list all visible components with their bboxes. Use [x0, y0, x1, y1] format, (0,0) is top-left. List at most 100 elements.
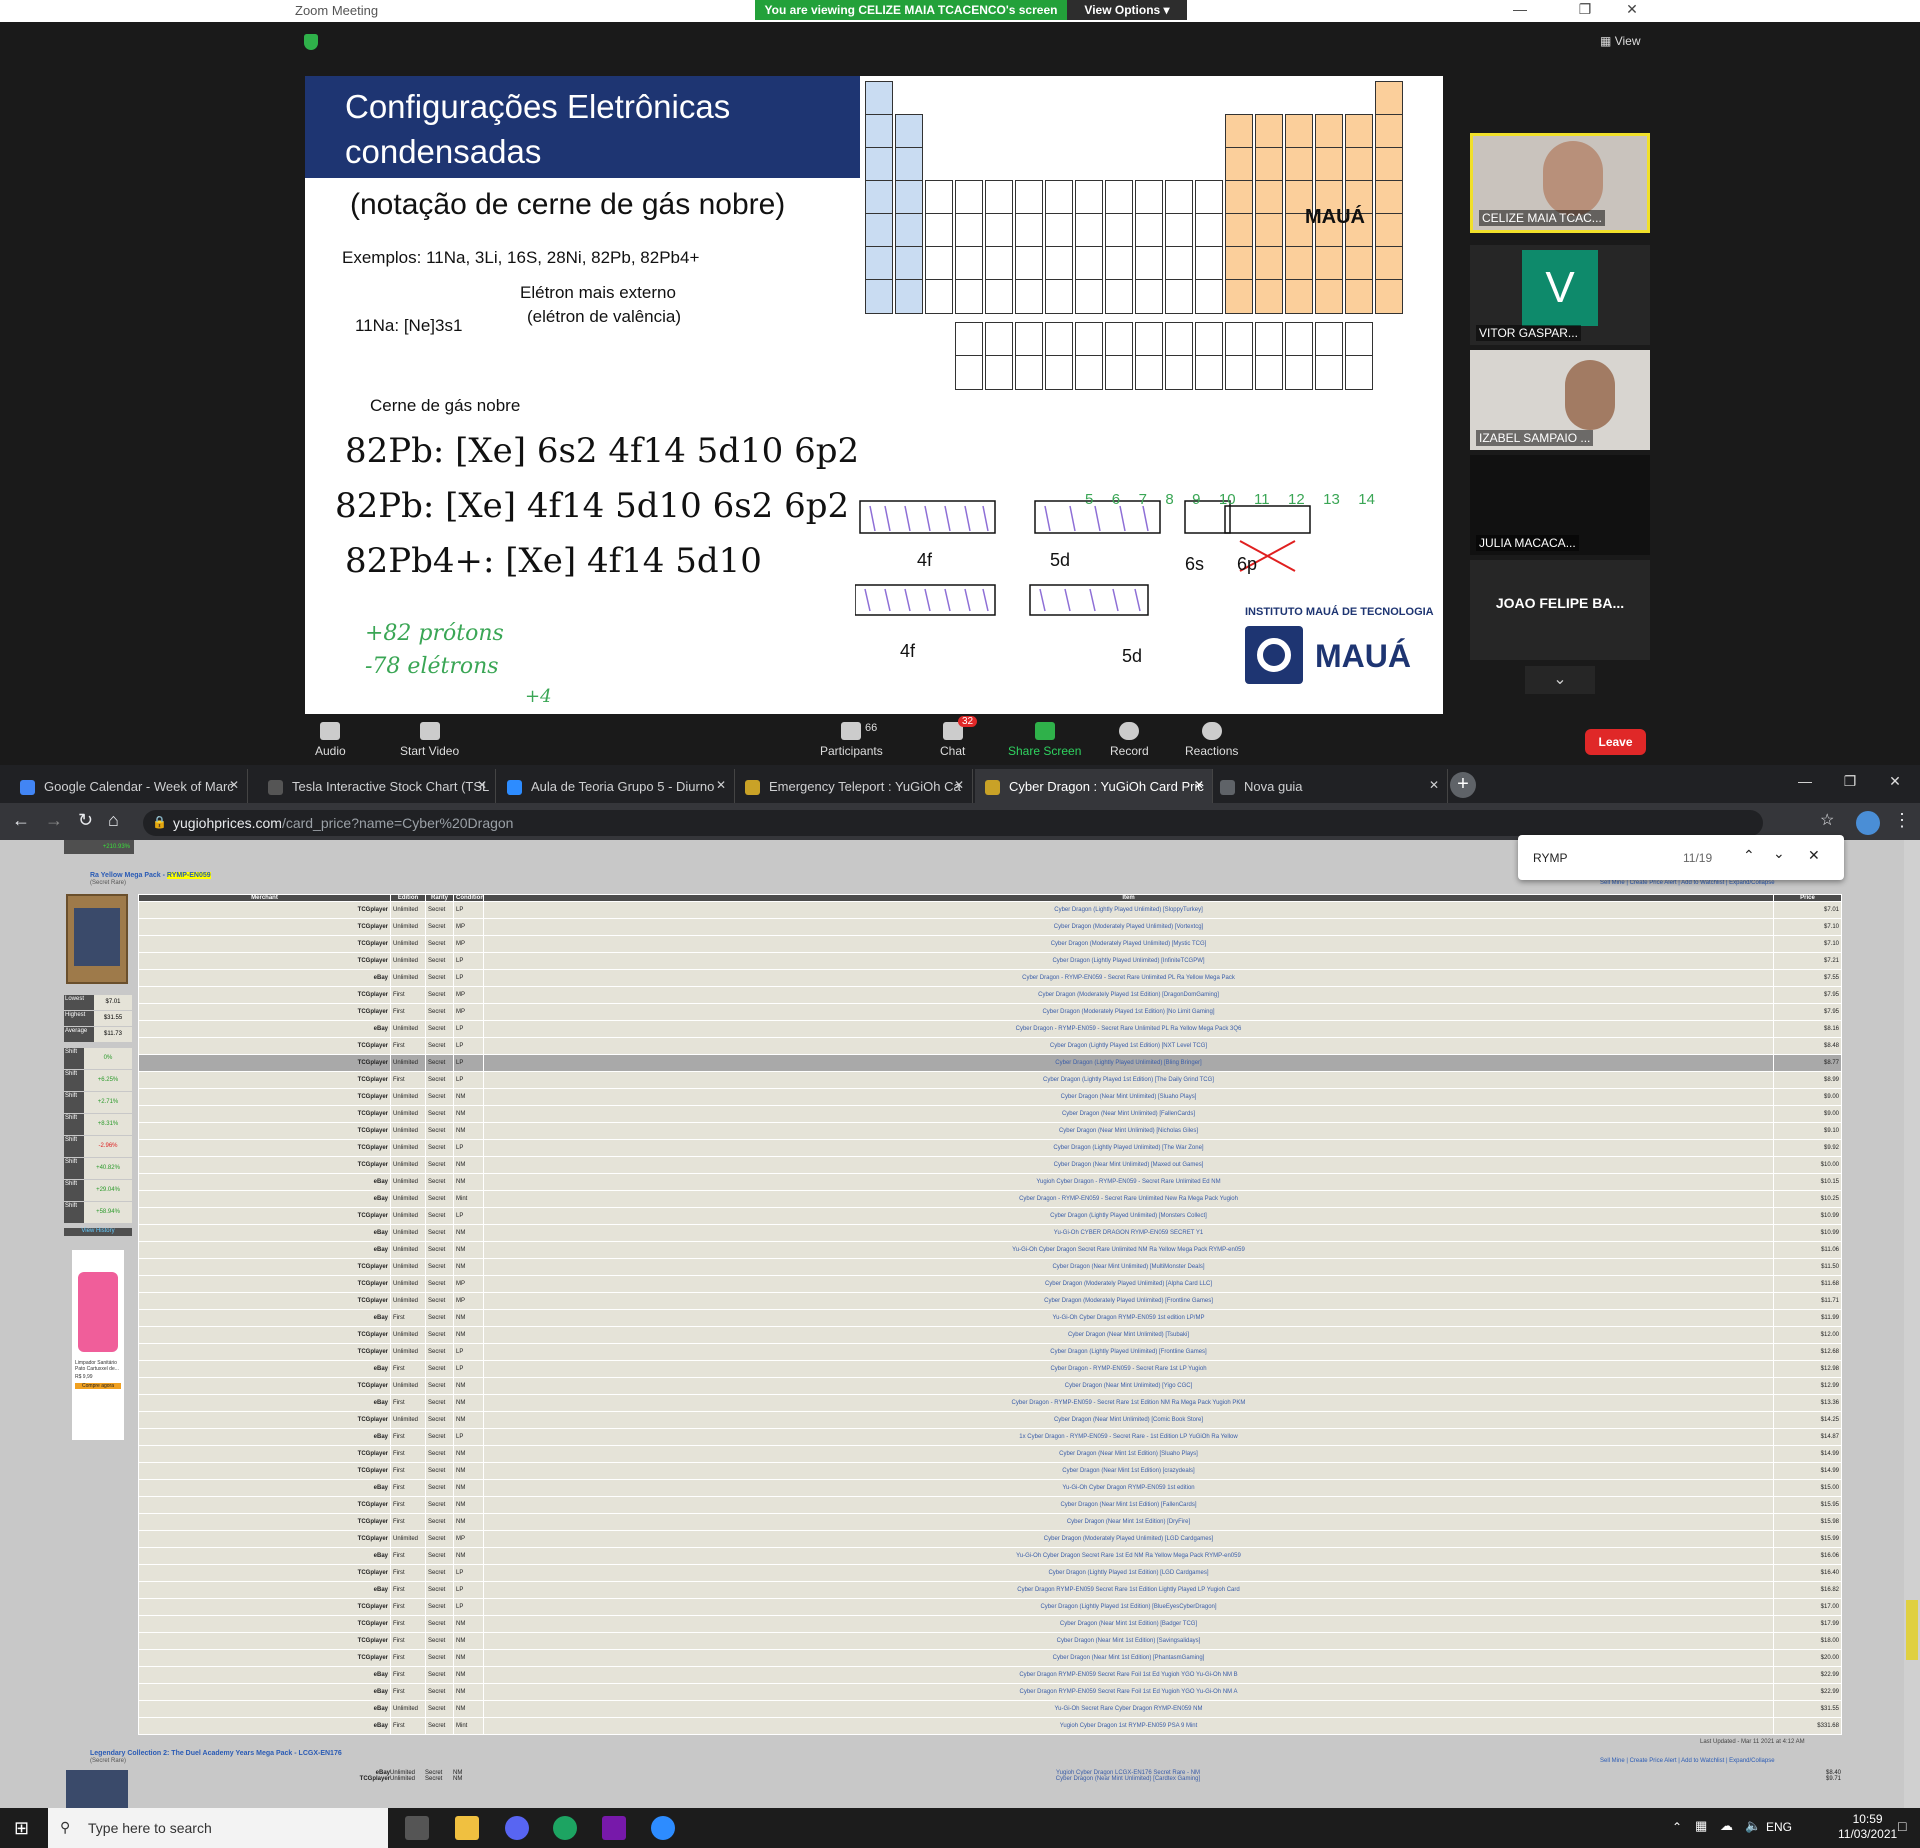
table-row[interactable]: TCGplayer First Secret NM Cyber Dragon (Near… [138, 1496, 1842, 1514]
table-row[interactable]: eBay Unlimited Secret NM Yugioh Cyber Dragon… [138, 1173, 1842, 1191]
view-options-button[interactable]: View Options ▾ [1067, 0, 1187, 20]
table-row[interactable]: TCGplayer Unlimited Secret NM Cyber Dragon (… [138, 1122, 1842, 1140]
zoom-icon[interactable] [651, 1816, 675, 1840]
scroll-participants-down-icon[interactable]: ⌄ [1525, 666, 1595, 694]
find-input[interactable]: RYMP [1533, 851, 1567, 865]
row-item-link[interactable]: Cyber Dragon (Near Mint Unlimited) [Maxe… [483, 1156, 1774, 1174]
page-scrollbar[interactable] [1904, 840, 1920, 1808]
new-tab-button[interactable]: + [1450, 772, 1476, 798]
row-item-link[interactable]: Cyber Dragon (Near Mint Unlimited) [Slua… [483, 1088, 1774, 1106]
table-row[interactable]: TCGplayer First Secret MP Cyber Dragon (Mode… [138, 1003, 1842, 1021]
row-item-link[interactable]: Yu-Gi-Oh Cyber Dragon Secret Rare Unlimi… [483, 1241, 1774, 1259]
row-item-link[interactable]: Cyber Dragon (Lightly Played Unlimited) … [483, 901, 1774, 919]
restore-icon[interactable]: ❐ [1830, 773, 1870, 790]
chat-button[interactable]: Chat [940, 722, 965, 758]
row-item-link[interactable]: Cyber Dragon (Lightly Played 1st Edition… [483, 1564, 1774, 1582]
table-row[interactable]: eBay Unlimited Secret NM Yu-Gi-Oh Secret Rar… [138, 1700, 1842, 1718]
onedrive-icon[interactable]: ☁ [1720, 1818, 1733, 1834]
minimize-icon[interactable]: — [1785, 773, 1825, 789]
row-item-link[interactable]: Cyber Dragon RYMP-EN059 Secret Rare Foil… [483, 1666, 1774, 1684]
table-row[interactable]: eBay Unlimited Secret LP Cyber Dragon - RYMP… [138, 1020, 1842, 1038]
col-item[interactable]: Item [483, 894, 1774, 902]
row-item-link[interactable]: Yu-Gi-Oh Cyber Dragon RYMP-EN059 1st edi… [483, 1309, 1774, 1327]
col-edition[interactable]: Edition [390, 894, 426, 902]
scrollbar-thumb[interactable] [1906, 1600, 1918, 1660]
find-prev-icon[interactable]: ⌃ [1743, 847, 1755, 864]
table-row[interactable]: TCGplayer Unlimited Secret NM Cyber Dragon (… [138, 1377, 1842, 1395]
task-view-icon[interactable] [405, 1816, 429, 1840]
tab-close-icon[interactable]: ✕ [229, 778, 239, 792]
find-close-icon[interactable]: ✕ [1808, 847, 1820, 864]
tab-close-icon[interactable]: ✕ [716, 778, 726, 792]
table-row[interactable]: TCGplayer Unlimited Secret LP Cyber Dragon (… [138, 1343, 1842, 1361]
row-item-link[interactable]: Cyber Dragon (Moderately Played Unlimite… [483, 1292, 1774, 1310]
table-row[interactable]: TCGplayer First Secret NM Cyber Dragon (Near… [138, 1445, 1842, 1463]
home-icon[interactable]: ⌂ [108, 810, 119, 831]
participant-tile-joao[interactable]: JOAO FELIPE BA... [1470, 560, 1650, 660]
listing-links[interactable]: Sell Mine | Create Price Alert | Add to … [1600, 880, 1775, 886]
view-button[interactable]: ▦ View [1600, 34, 1640, 48]
lock-icon[interactable]: 🔒 [152, 815, 167, 829]
table-row[interactable]: eBay First Secret NM Yu-Gi-Oh Cyber Dragon R… [138, 1309, 1842, 1327]
table-row[interactable]: eBay First Secret NM Yu-Gi-Oh Cyber Dragon S… [138, 1547, 1842, 1565]
menu-kebab-icon[interactable]: ⋮ [1893, 810, 1911, 831]
record-button[interactable]: Record [1110, 722, 1149, 758]
tab-0[interactable]: Google Calendar - Week of Marc ✕ [10, 769, 248, 803]
row-item-link[interactable]: Cyber Dragon (Lightly Played 1st Edition… [483, 1598, 1774, 1616]
taskbar-search[interactable]: Type here to search [48, 1808, 388, 1848]
reactions-button[interactable]: Reactions [1185, 722, 1238, 758]
row-item-link[interactable]: Cyber Dragon (Lightly Played Unlimited) … [483, 952, 1774, 970]
table-row[interactable]: TCGplayer Unlimited Secret NM Cyber Dragon (… [138, 1411, 1842, 1429]
table-row[interactable]: TCGplayer First Secret NM Cyber Dragon (Near… [138, 1632, 1842, 1650]
table-row[interactable]: TCGplayer First Secret LP Cyber Dragon (Ligh… [138, 1037, 1842, 1055]
table-row[interactable]: eBay First Secret NM Cyber Dragon RYMP-EN059… [138, 1683, 1842, 1701]
onenote-icon[interactable] [602, 1816, 626, 1840]
row-item-link[interactable]: Cyber Dragon (Near Mint Unlimited) [Mult… [483, 1258, 1774, 1276]
find-next-icon[interactable]: ⌄ [1773, 845, 1785, 862]
table-row[interactable]: TCGplayer Unlimited Secret LP Cyber Dragon (… [138, 1139, 1842, 1157]
table-row[interactable]: TCGplayer First Secret NM Cyber Dragon (Near… [138, 1615, 1842, 1633]
table-row[interactable]: eBay Unlimited Secret LP Cyber Dragon - RYMP… [138, 969, 1842, 987]
view-history-link[interactable]: View History [64, 1228, 132, 1236]
address-bar[interactable]: yugiohprices.com/card_price?name=Cyber%2… [143, 810, 1763, 836]
profile-avatar[interactable] [1856, 811, 1880, 835]
row-item-link[interactable]: Cyber Dragon (Near Mint 1st Edition) [Fa… [483, 1496, 1774, 1514]
audio-button[interactable]: Audio [315, 722, 346, 758]
table-row[interactable]: TCGplayer Unlimited Secret MP Cyber Dragon (… [138, 1292, 1842, 1310]
tab-4[interactable]: Cyber Dragon : YuGiOh Card Pric ✕ [975, 769, 1213, 803]
tab-close-icon[interactable]: ✕ [954, 778, 964, 792]
table-row[interactable]: TCGplayer Unlimited Secret LP Cyber Dragon (… [138, 1207, 1842, 1225]
table-row[interactable]: TCGplayer First Secret NM Cyber Dragon (Near… [138, 1462, 1842, 1480]
participant-tile-celize[interactable]: CELIZE MAIA TCAC... [1470, 133, 1650, 233]
next-card-image[interactable] [66, 1770, 128, 1808]
tab-close-icon[interactable]: ✕ [1429, 778, 1439, 792]
row-item-link[interactable]: Cyber Dragon (Lightly Played Unlimited) … [483, 1343, 1774, 1361]
table-row[interactable]: TCGplayer Unlimited Secret NM Cyber Dragon (… [138, 1156, 1842, 1174]
chrome-icon[interactable] [553, 1816, 577, 1840]
taskbar-clock[interactable]: 10:59 11/03/2021 [1838, 1812, 1897, 1842]
row-item-link[interactable]: Yu-Gi-Oh Cyber Dragon Secret Rare 1st Ed… [483, 1547, 1774, 1565]
tab-1[interactable]: Tesla Interactive Stock Chart (TSL ✕ [258, 769, 496, 803]
table-row[interactable]: eBay First Secret NM Yu-Gi-Oh Cyber Dragon R… [138, 1479, 1842, 1497]
row-item-link[interactable]: Yugioh Cyber Dragon 1st RYMP-EN059 PSA 9… [483, 1717, 1774, 1735]
row-item-link[interactable]: Cyber Dragon (Near Mint Unlimited) [Tsub… [483, 1326, 1774, 1344]
table-row[interactable]: TCGplayer Unlimited Secret MP Cyber Dragon (… [138, 935, 1842, 953]
table-row[interactable]: TCGplayer First Secret LP Cyber Dragon (Ligh… [138, 1598, 1842, 1616]
row-item-link[interactable]: Cyber Dragon (Moderately Played Unlimite… [483, 1275, 1774, 1293]
col-condition[interactable]: Condition [453, 894, 484, 902]
row-item-link[interactable]: Cyber Dragon (Near Mint 1st Edition) [Ph… [483, 1649, 1774, 1667]
back-icon[interactable]: ← [12, 810, 30, 831]
next-listing-links[interactable]: Sell Mine | Create Price Alert | Add to … [1600, 1758, 1775, 1764]
minimize-icon[interactable]: — [1500, 1, 1540, 17]
table-row[interactable]: TCGplayer Unlimited Secret NM Cyber Dragon (… [138, 1776, 1841, 1782]
start-video-button[interactable]: Start Video [400, 722, 459, 758]
table-row[interactable]: TCGplayer Unlimited Secret MP Cyber Dragon (… [138, 1275, 1842, 1293]
row-item-link[interactable]: Cyber Dragon RYMP-EN059 Secret Rare Foil… [483, 1683, 1774, 1701]
share-screen-button[interactable]: Share Screen [1008, 722, 1081, 758]
tab-2[interactable]: Aula de Teoria Grupo 5 - Diurno ✕ [497, 769, 735, 803]
close-icon[interactable]: ✕ [1612, 1, 1652, 18]
encryption-shield-icon[interactable] [304, 34, 318, 50]
row-item-link[interactable]: Cyber Dragon - RYMP-EN059 - Secret Rare … [483, 1190, 1774, 1208]
row-item-link[interactable]: Cyber Dragon (Near Mint 1st Edition) [Dr… [483, 1513, 1774, 1531]
row-item-link[interactable]: Yu-Gi-Oh CYBER DRAGON RYMP-EN059 SECRET … [483, 1224, 1774, 1242]
